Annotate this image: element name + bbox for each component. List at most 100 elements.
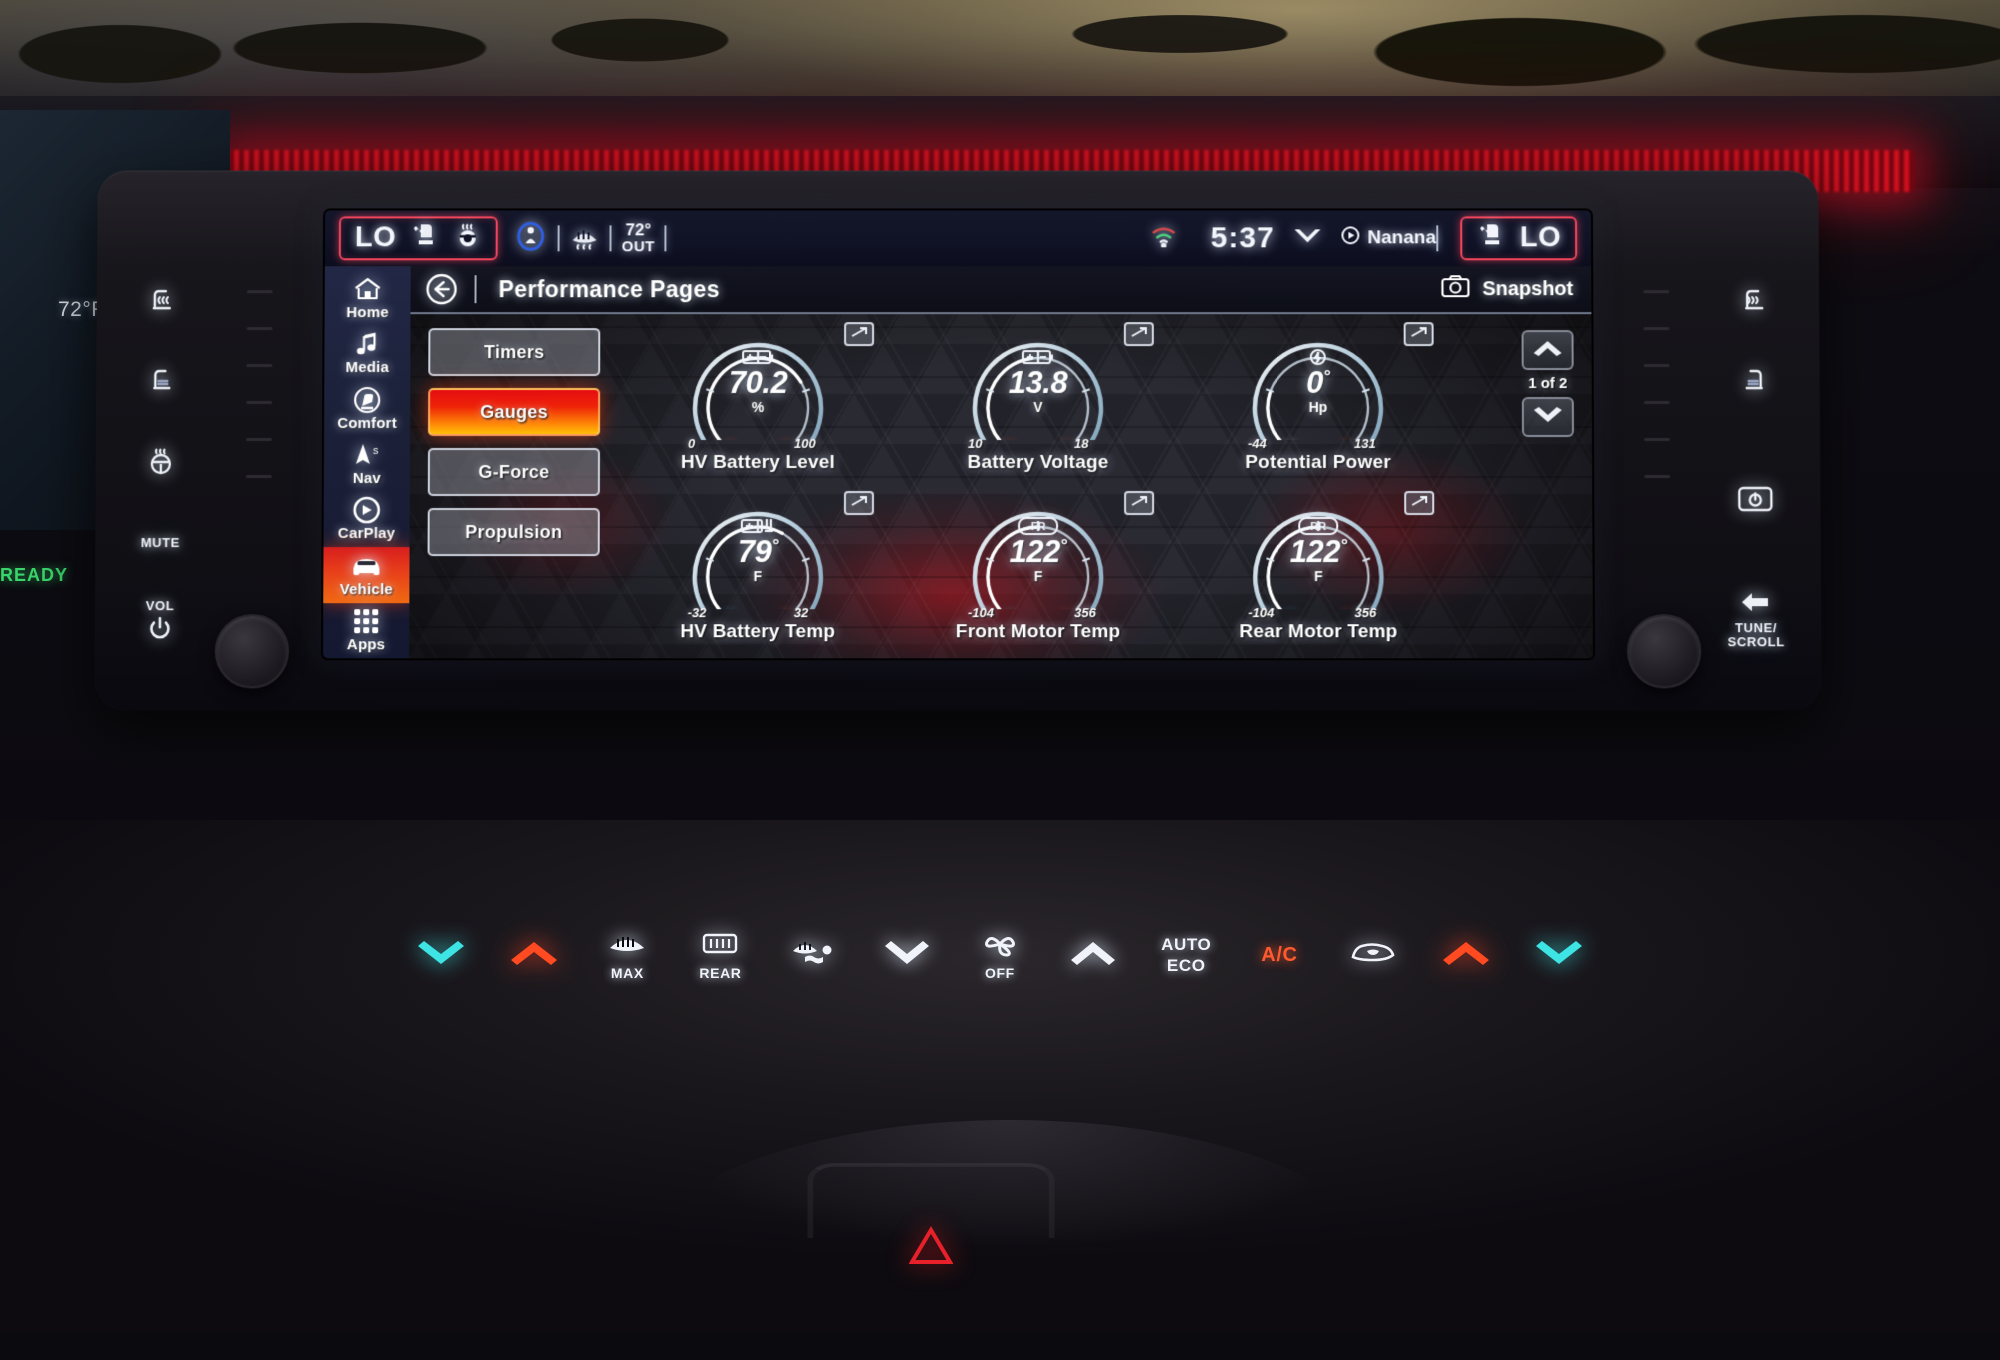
gauge-min-label: -32 [688,605,707,620]
fan-off-label: OFF [985,966,1015,981]
hazard-light-button[interactable] [866,1178,996,1266]
bezel-heated-steering-wheel-button[interactable] [102,426,220,500]
tab-gauges[interactable]: Gauges [428,388,600,436]
status-separator [1436,225,1438,251]
tab-label-gauges: Gauges [480,402,548,423]
gauge-expand-button[interactable] [1124,491,1154,515]
tab-gforce[interactable]: G-Force [428,448,600,496]
chevron-down-icon[interactable] [1293,228,1323,249]
seat-heat-icon[interactable] [410,222,440,253]
seat-heat-icon[interactable] [1476,222,1506,253]
airflow-mode-button[interactable] [783,915,845,995]
performance-tab-list: Timers Gauges G-Force Propulsion [428,328,601,556]
bezel-screen-power-button[interactable] [1696,426,1815,576]
wifi-icon[interactable] [1151,225,1177,252]
max-defrost-button[interactable]: MAX [596,915,658,995]
chevron-up-icon [1533,339,1563,362]
passenger-climate-control-group[interactable]: LO [1460,216,1577,260]
expand-icon [849,494,869,513]
music-note-icon [355,330,379,358]
app-title-bar: Performance Pages Snapshot [411,266,1592,314]
navigation-arrow-icon: s [352,441,382,469]
page-navigation: 1 of 2 [1518,330,1578,437]
page-down-button[interactable] [1522,397,1574,437]
gauge-hv-battery-level[interactable]: 70.2%0100HV Battery Level [618,318,898,487]
max-defrost-label: MAX [611,966,644,981]
bezel-volume-power-button[interactable]: VOL [101,586,220,660]
front-passenger-airbag-icon[interactable] [514,219,548,258]
expand-icon [1409,494,1429,513]
page-up-button[interactable] [1522,330,1574,370]
front-defrost-icon[interactable] [570,222,600,255]
gauge-hv-battery-temp[interactable]: 79°F-3232HV Battery Temp [617,487,898,656]
seat-vent-icon [144,364,178,403]
fan-speed-up-button[interactable] [1062,915,1124,995]
bezel-tune-scroll-button[interactable]: TUNE/ SCROLL [1697,582,1816,656]
bezel-mute-button[interactable]: MUTE [101,506,220,580]
nav-item-home[interactable]: Home [325,270,411,325]
gauge-rear-motor-temp[interactable]: RR122°F-104356Rear Motor Temp [1178,487,1459,656]
gauge-expand-button[interactable] [844,491,874,515]
volume-knob[interactable] [215,614,290,688]
gauge-min-label: 10 [968,436,982,451]
gauge-max-label: 131 [1354,436,1376,451]
tab-propulsion[interactable]: Propulsion [428,508,600,556]
nav-item-vehicle[interactable]: Vehicle [323,547,409,603]
camera-icon [1440,274,1470,304]
gauge-label: HV Battery Temp [617,621,897,643]
nav-label-apps: Apps [347,636,385,653]
gauge-label: Potential Power [1178,452,1458,474]
gauge-label: HV Battery Level [618,452,898,474]
gauge-potential-power[interactable]: 0°Hp-44131Potential Power [1178,318,1458,487]
page-title: Performance Pages [498,276,719,303]
gauge-expand-button[interactable] [1124,322,1154,346]
bezel-driver-seat-heat-button[interactable] [103,266,221,340]
back-arrow-icon[interactable] [425,272,459,306]
status-separator [610,225,612,251]
nav-item-carplay[interactable]: CarPlay [323,492,409,547]
media-source-name: Nanana [1367,227,1436,249]
gauge-max-label: 356 [1354,605,1376,620]
nav-item-apps[interactable]: Apps [323,603,409,659]
heated-steering-wheel-icon[interactable] [454,222,482,253]
bezel-driver-seat-vent-button[interactable] [102,346,220,420]
nav-item-comfort[interactable]: Comfort [324,381,410,436]
snapshot-button[interactable]: Snapshot [1440,274,1573,304]
seat-heat-icon [1737,284,1771,323]
tune-scroll-knob[interactable] [1627,614,1702,688]
driver-temp-up-button[interactable] [503,915,565,995]
recirculate-button[interactable] [1342,915,1404,995]
gauge-battery-voltage[interactable]: 13.8V1018Battery Voltage [898,318,1178,487]
nav-item-nav[interactable]: s Nav [324,436,410,491]
nav-label-nav: Nav [353,470,381,487]
gauge-grid: 70.2%0100HV Battery Level 13.8V1018Batte… [617,318,1458,656]
gauge-expand-button[interactable] [1404,491,1434,515]
chevron-up-icon [510,940,558,971]
svg-text:s: s [373,445,379,457]
rear-defrost-button[interactable]: REAR [689,915,751,995]
gauge-expand-button[interactable] [1404,322,1434,346]
gauge-front-motor-temp[interactable]: FR122°F-104356Front Motor Temp [898,487,1178,656]
driver-temp-down-button[interactable] [410,915,472,995]
bezel-right-button-column: TUNE/ SCROLL [1695,266,1815,656]
grid-apps-icon [353,607,379,635]
driver-climate-control-group[interactable]: LO [339,216,498,260]
passenger-temp-up-button[interactable] [1435,915,1497,995]
nav-item-media[interactable]: Media [324,326,410,381]
bezel-passenger-seat-vent-button[interactable] [1695,346,1813,420]
fan-speed-down-button[interactable] [876,915,938,995]
auto-eco-button[interactable]: AUTO ECO [1155,915,1217,995]
ac-button[interactable]: A/C [1248,915,1310,995]
tab-timers[interactable]: Timers [428,328,600,376]
gauge-max-label: 100 [794,436,816,451]
bezel-mute-label: MUTE [141,536,180,550]
nav-label-vehicle: Vehicle [340,581,393,598]
passenger-temp-down-button[interactable] [1528,915,1590,995]
clock: 5:37 [1211,221,1275,255]
gauge-expand-button[interactable] [844,322,874,346]
driver-temp-setting: LO [355,221,396,254]
bezel-passenger-seat-heat-button[interactable] [1695,266,1813,340]
nav-label-carplay: CarPlay [338,525,395,542]
media-source-indicator[interactable]: Nanana [1340,225,1436,251]
fan-off-button[interactable]: OFF [969,915,1031,995]
